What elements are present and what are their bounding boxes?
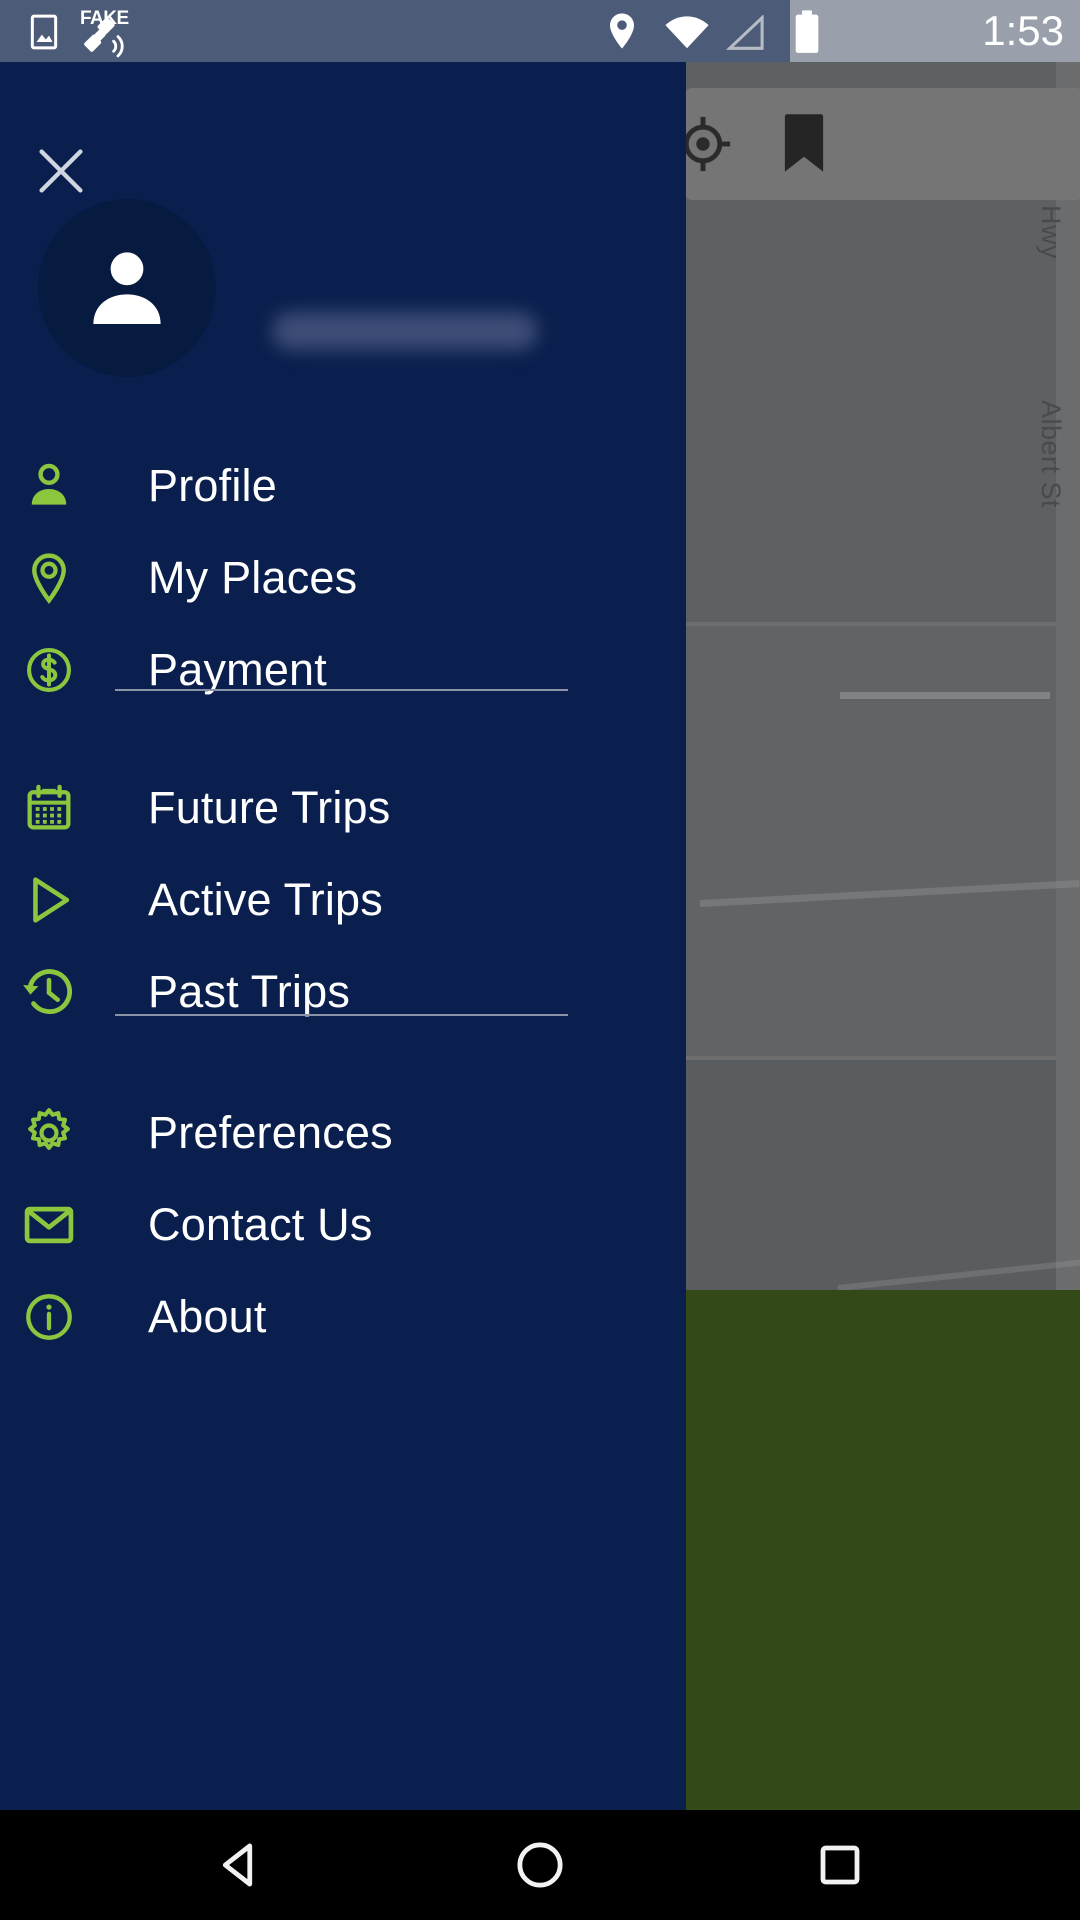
menu-label-my-places: My Places (148, 552, 358, 603)
menu-item-my-places[interactable]: My Places (0, 532, 686, 624)
person-icon (93, 252, 161, 324)
cellular-signal-icon (723, 14, 767, 56)
username-redacted (272, 312, 538, 350)
recents-button[interactable] (780, 1810, 900, 1920)
menu-item-future-trips[interactable]: Future Trips (0, 762, 686, 854)
calendar-icon (18, 777, 80, 839)
menu-item-past-trips[interactable]: Past Trips (0, 946, 686, 1038)
menu-divider-1 (115, 689, 568, 691)
image-icon (24, 12, 64, 57)
close-icon (39, 149, 83, 193)
menu-label-active-trips: Active Trips (148, 874, 383, 925)
map-controls-card (684, 88, 1080, 200)
location-pin-icon (603, 11, 641, 56)
menu-group-account: Profile My Places Payment (0, 440, 686, 716)
avatar[interactable] (38, 199, 216, 377)
menu-item-active-trips[interactable]: Active Trips (0, 854, 686, 946)
wifi-icon (663, 14, 711, 55)
menu-group-trips: Future Trips Active Trips Past Trips (0, 762, 686, 1038)
gear-icon (18, 1102, 80, 1164)
status-bar: FAKE 1:53 (0, 0, 1080, 62)
menu-divider-2 (115, 1014, 568, 1016)
circle-icon (517, 1842, 563, 1888)
menu-item-profile[interactable]: Profile (0, 440, 686, 532)
close-drawer-button[interactable] (30, 140, 92, 202)
menu-label-profile: Profile (148, 460, 277, 511)
menu-label-contact-us: Contact Us (148, 1199, 373, 1250)
person-icon (18, 455, 80, 517)
square-icon (820, 1845, 860, 1885)
play-triangle-icon (18, 869, 80, 931)
menu-item-preferences[interactable]: Preferences (0, 1087, 686, 1179)
bookmark-button[interactable] (778, 110, 830, 178)
fake-gps-satellite-icon (76, 16, 134, 67)
menu-item-about[interactable]: About (0, 1271, 686, 1363)
envelope-icon (18, 1194, 80, 1256)
info-circle-icon (18, 1286, 80, 1348)
menu-group-support: Preferences Contact Us About (0, 1087, 686, 1363)
navigation-drawer: Profile My Places Payment Future Trips A… (0, 62, 686, 1810)
history-clock-icon (18, 961, 80, 1023)
menu-label-preferences: Preferences (148, 1107, 393, 1158)
menu-label-past-trips: Past Trips (148, 966, 351, 1017)
map-street-label-albert: Albert St (1036, 400, 1066, 509)
android-navigation-bar (0, 1810, 1080, 1920)
battery-icon (790, 9, 824, 60)
map-park-area (686, 1290, 1080, 1810)
bookmark-icon (784, 114, 824, 172)
map-pin-icon (18, 547, 80, 609)
home-button[interactable] (480, 1810, 600, 1920)
app-screen: Can-Am Hwy Albert St (0, 0, 1080, 1920)
triangle-left-icon (222, 1843, 253, 1887)
menu-item-payment[interactable]: Payment (0, 624, 686, 716)
dollar-circle-icon (18, 639, 80, 701)
menu-label-future-trips: Future Trips (148, 782, 391, 833)
status-bar-clock: 1:53 (982, 7, 1064, 54)
back-button[interactable] (180, 1810, 300, 1920)
menu-label-about: About (148, 1291, 267, 1342)
menu-item-contact-us[interactable]: Contact Us (0, 1179, 686, 1271)
